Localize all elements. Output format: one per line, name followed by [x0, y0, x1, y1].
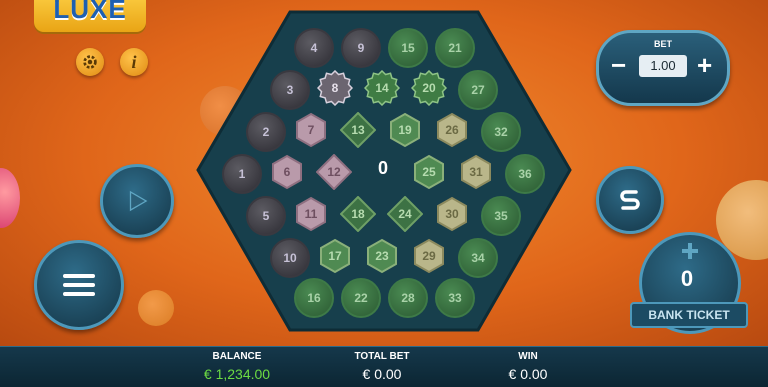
number-ball-35[interactable]: 35 [481, 196, 521, 236]
number-ball-30[interactable]: 30 [434, 196, 470, 232]
number-ball-11[interactable]: 11 [293, 196, 329, 232]
number-ball-13[interactable]: 13 [340, 112, 376, 148]
ball-number: 14 [375, 81, 389, 95]
number-ball-7[interactable]: 7 [293, 112, 329, 148]
number-ball-18[interactable]: 18 [340, 196, 376, 232]
number-ball-33[interactable]: 33 [435, 278, 475, 318]
hamburger-menu-icon [63, 274, 95, 296]
ball-number: 13 [351, 123, 365, 137]
ball-number: 8 [331, 81, 339, 95]
number-ball-12[interactable]: 12 [316, 154, 352, 190]
win-label: WIN [518, 351, 538, 362]
number-ball-26[interactable]: 26 [434, 112, 470, 148]
ball-number: 1 [238, 167, 246, 181]
ball-number: 12 [327, 165, 341, 179]
bank-ticket-count: 0 [680, 266, 694, 291]
win-value: € 0.00 [508, 366, 548, 382]
balance-value: € 1,234.00 [203, 366, 271, 382]
bet-value: 1.00 [639, 55, 687, 77]
s-swap-icon [620, 190, 640, 210]
number-ball-31[interactable]: 31 [458, 154, 494, 190]
number-ball-23[interactable]: 23 [364, 238, 400, 274]
play-button[interactable] [100, 164, 174, 238]
ball-number: 36 [518, 167, 532, 181]
ball-number: 18 [351, 207, 365, 221]
ball-number: 4 [310, 41, 318, 55]
number-ball-17[interactable]: 17 [317, 238, 353, 274]
ball-number: 9 [357, 41, 365, 55]
number-ball-6[interactable]: 6 [269, 154, 305, 190]
ball-number: 16 [307, 291, 321, 305]
play-icon [129, 190, 148, 212]
menu-button[interactable] [34, 240, 124, 330]
number-ball-22[interactable]: 22 [341, 278, 381, 318]
number-ball-10[interactable]: 10 [270, 238, 310, 278]
number-ball-1[interactable]: 1 [222, 154, 262, 194]
ball-number: 22 [354, 291, 368, 305]
ball-number: 7 [307, 123, 315, 137]
ball-number: 34 [471, 251, 485, 265]
ball-number: 23 [375, 249, 389, 263]
number-ball-20[interactable]: 20 [411, 70, 447, 106]
ball-number: 27 [471, 83, 485, 97]
win-section: WIN € 0.00 [468, 351, 588, 382]
number-ball-3[interactable]: 3 [270, 70, 310, 110]
ball-number: 10 [283, 251, 297, 265]
status-bar: BALANCE € 1,234.00 TOTAL BET € 0.00 WIN … [0, 346, 768, 387]
ball-number: 17 [328, 249, 342, 263]
number-ball-9[interactable]: 9 [341, 28, 381, 68]
ball-number: 6 [283, 165, 291, 179]
ball-number: 5 [262, 209, 270, 223]
ball-number: 11 [304, 207, 318, 221]
swap-button[interactable] [596, 166, 664, 234]
ball-number: 28 [401, 291, 415, 305]
number-ball-2[interactable]: 2 [246, 112, 286, 152]
ball-number: 33 [448, 291, 462, 305]
number-ball-19[interactable]: 19 [387, 112, 423, 148]
total-bet-label: TOTAL BET [354, 351, 410, 362]
ball-number: 15 [401, 41, 415, 55]
bet-control: BET − 1.00 + [596, 30, 730, 106]
balance-label: BALANCE [212, 351, 262, 362]
ball-number: 26 [445, 123, 459, 137]
number-ball-14[interactable]: 14 [364, 70, 400, 106]
number-ball-29[interactable]: 29 [411, 238, 447, 274]
total-bet-section: TOTAL BET € 0.00 [322, 351, 442, 382]
bet-increase-button[interactable]: + [697, 51, 712, 79]
number-ball-8[interactable]: 8 [317, 70, 353, 106]
plus-icon [682, 243, 698, 259]
number-ball-5[interactable]: 5 [246, 196, 286, 236]
number-ball-32[interactable]: 32 [481, 112, 521, 152]
number-ball-28[interactable]: 28 [388, 278, 428, 318]
number-ball-27[interactable]: 27 [458, 70, 498, 110]
number-ball-21[interactable]: 21 [435, 28, 475, 68]
balance-section: BALANCE € 1,234.00 [177, 351, 297, 382]
ball-number: 29 [422, 249, 436, 263]
ball-number: 21 [448, 41, 462, 55]
ball-number: 19 [398, 123, 412, 137]
total-bet-value: € 0.00 [362, 366, 402, 382]
number-ball-25[interactable]: 25 [411, 154, 447, 190]
number-ball-15[interactable]: 15 [388, 28, 428, 68]
bet-decrease-button[interactable]: − [611, 51, 626, 79]
number-ball-36[interactable]: 36 [505, 154, 545, 194]
bank-ticket-button[interactable]: 0 BANK TICKET [630, 232, 748, 334]
bank-ticket-label: BANK TICKET [630, 302, 748, 328]
ball-number: 35 [494, 209, 508, 223]
center-count: 0 [377, 158, 388, 178]
ball-number: 20 [422, 81, 436, 95]
ball-number: 30 [445, 207, 459, 221]
number-ball-34[interactable]: 34 [458, 238, 498, 278]
number-ball-4[interactable]: 4 [294, 28, 334, 68]
ball-number: 24 [398, 207, 412, 221]
ball-number: 2 [262, 125, 270, 139]
number-ball-24[interactable]: 24 [387, 196, 423, 232]
ball-number: 32 [494, 125, 508, 139]
ball-number: 31 [469, 165, 483, 179]
ball-number: 25 [422, 165, 436, 179]
ball-number: 3 [286, 83, 294, 97]
bet-label: BET [654, 39, 672, 49]
number-ball-16[interactable]: 16 [294, 278, 334, 318]
